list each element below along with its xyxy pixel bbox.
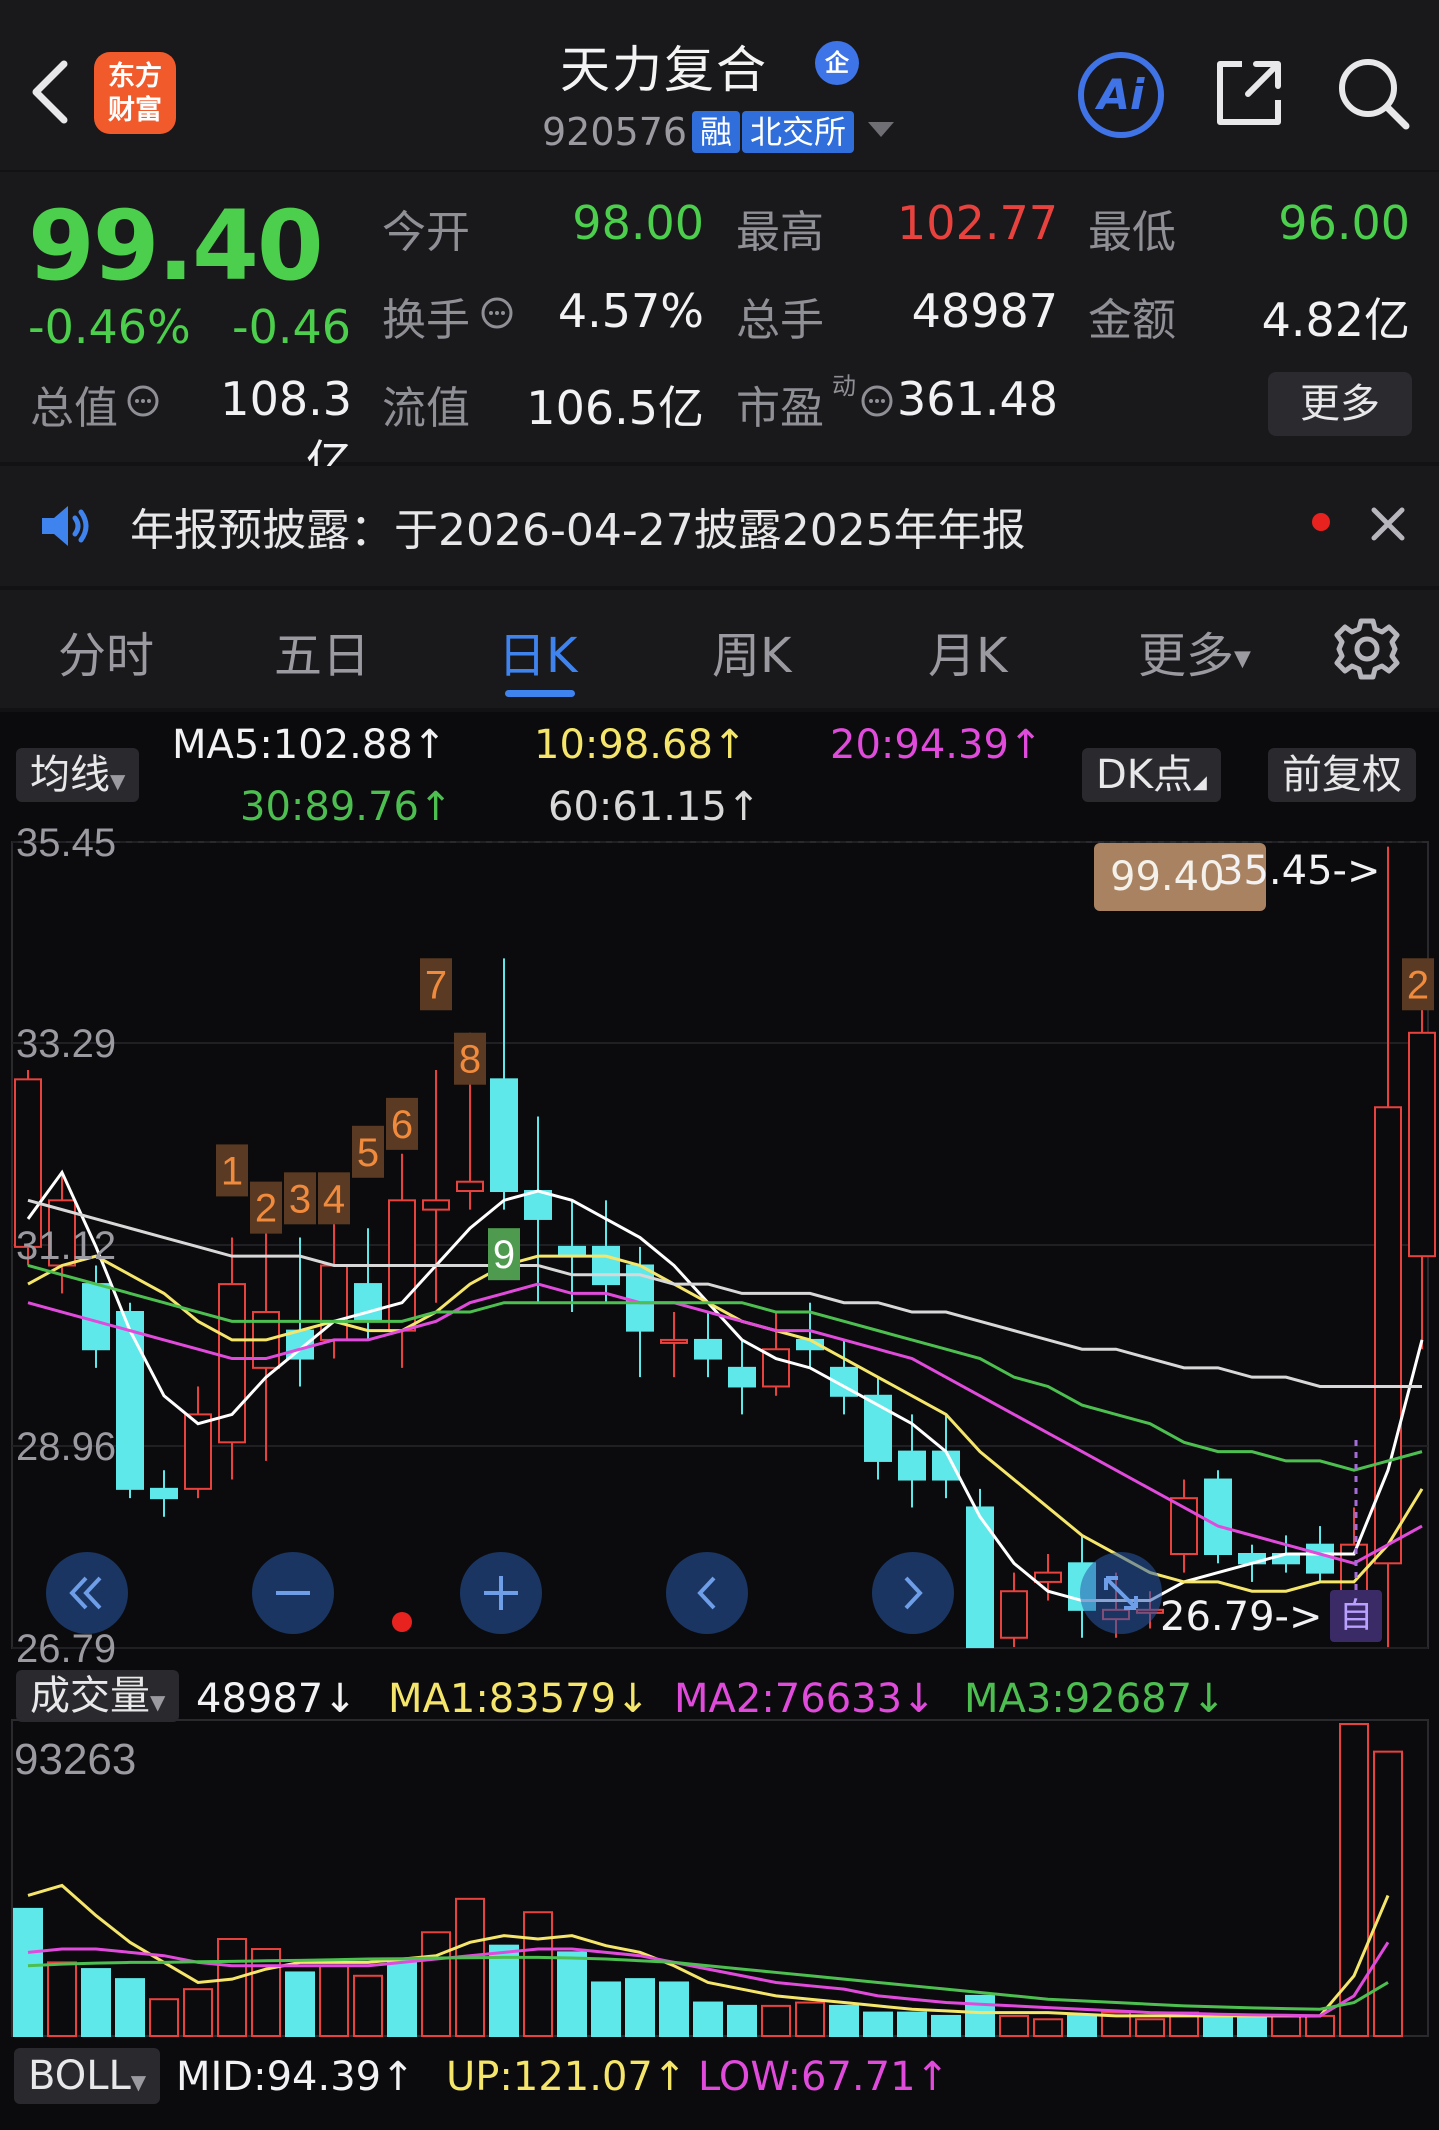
candle-body — [1204, 1478, 1232, 1555]
zoom-in-button[interactable] — [460, 1552, 542, 1634]
candle-body — [1000, 1590, 1028, 1639]
zoom-out-button[interactable] — [252, 1552, 334, 1634]
volume-bar — [217, 1937, 247, 2037]
volume-bar — [1237, 2014, 1267, 2038]
event-dot — [392, 1612, 412, 1632]
volume-bar — [1373, 1750, 1403, 2037]
sequence-label: 4 — [323, 1177, 345, 1221]
volume-bar — [421, 1931, 451, 2038]
plus-icon — [484, 1576, 518, 1610]
volume-bar — [1203, 2014, 1233, 2038]
volume-bar — [897, 2011, 927, 2038]
volume-bar — [1135, 2018, 1165, 2037]
candle-body — [490, 1078, 518, 1193]
volume-bar — [1067, 2014, 1097, 2038]
volume-bar — [1033, 2018, 1063, 2037]
volume-bar — [353, 1974, 383, 2038]
candle-body — [728, 1366, 756, 1388]
candle-body — [1034, 1571, 1062, 1583]
volume-bar — [659, 1981, 689, 2038]
sequence-label: 9 — [493, 1233, 515, 1277]
volume-bar — [999, 2014, 1029, 2038]
candle-body — [150, 1487, 178, 1500]
scroll-far-left-button[interactable] — [46, 1552, 128, 1634]
low-marker: 26.79-> — [1160, 1594, 1323, 1640]
sequence-label: 6 — [391, 1103, 413, 1147]
candle-body — [592, 1245, 620, 1286]
volume-bar — [13, 1907, 43, 2037]
volume-bar — [489, 1944, 519, 2038]
candle-body — [116, 1311, 144, 1490]
sequence-label: 3 — [289, 1177, 311, 1221]
sequence-label: 2 — [1407, 963, 1429, 1007]
candle-body — [286, 1329, 314, 1360]
candle-body — [898, 1450, 926, 1481]
volume-bar — [693, 2001, 723, 2038]
candle-body — [456, 1180, 484, 1193]
y-tick-label: 28.96 — [16, 1425, 116, 1469]
candle-body — [14, 1078, 42, 1248]
volume-bar — [1305, 2014, 1335, 2038]
volume-bar — [183, 1988, 213, 2037]
volume-bar — [931, 2014, 961, 2038]
volume-bar — [727, 2004, 757, 2038]
volume-bar — [863, 2011, 893, 2038]
volume-bar — [319, 1964, 349, 2038]
expand-icon — [1104, 1576, 1138, 1610]
volume-bar — [149, 1998, 179, 2037]
candle-body — [660, 1338, 688, 1344]
sequence-label: 5 — [357, 1131, 379, 1175]
scroll-left-button[interactable] — [666, 1552, 748, 1634]
scroll-right-button[interactable] — [872, 1552, 954, 1634]
candle-body — [932, 1450, 960, 1481]
volume-bar — [115, 1978, 145, 2037]
volume-bar — [625, 1978, 655, 2037]
volume-bar — [761, 2004, 791, 2038]
chevron-left-icon — [697, 1576, 716, 1610]
sequence-label: 8 — [459, 1038, 481, 1082]
candle-body — [1408, 1031, 1436, 1258]
volume-bar — [829, 2004, 859, 2038]
volume-bar — [387, 1958, 417, 2037]
candle-body — [524, 1190, 552, 1220]
volume-bar — [523, 1911, 553, 2038]
candle-body — [694, 1338, 722, 1360]
y-tick-label: 35.45 — [16, 821, 116, 865]
volume-bar — [81, 1968, 111, 2037]
self-marker[interactable]: 自 — [1330, 1590, 1382, 1642]
volume-bar — [455, 1897, 485, 2037]
volume-bar — [591, 1981, 621, 2038]
y-tick-label: 31.12 — [16, 1224, 116, 1268]
candle-body — [1306, 1543, 1334, 1574]
volume-bar — [795, 2001, 825, 2038]
minus-icon — [276, 1591, 310, 1595]
chevron-right-icon — [904, 1576, 923, 1610]
candle-body — [422, 1199, 450, 1211]
kline-chart[interactable]: 35.4533.2931.1228.9626.7912 3 456789293263 — [0, 0, 1439, 2130]
fullscreen-button[interactable] — [1080, 1552, 1162, 1634]
volume-bar — [557, 1951, 587, 2038]
high-marker: 35.45-> — [1218, 848, 1381, 894]
candle-body — [82, 1283, 110, 1351]
sequence-label: 7 — [425, 963, 447, 1007]
sequence-label: 2 — [255, 1187, 277, 1231]
sequence-label: 1 — [221, 1149, 243, 1193]
volume-axis-max-label: 93263 — [14, 1735, 136, 1784]
double-chevron-left-icon — [69, 1576, 102, 1610]
volume-bar — [285, 1971, 315, 2038]
volume-bar — [965, 1994, 995, 2038]
volume-bar — [47, 1961, 77, 2038]
candle-body — [184, 1413, 212, 1490]
volume-bar — [1271, 2014, 1301, 2038]
candle-body — [218, 1283, 246, 1444]
y-tick-label: 33.29 — [16, 1022, 116, 1066]
